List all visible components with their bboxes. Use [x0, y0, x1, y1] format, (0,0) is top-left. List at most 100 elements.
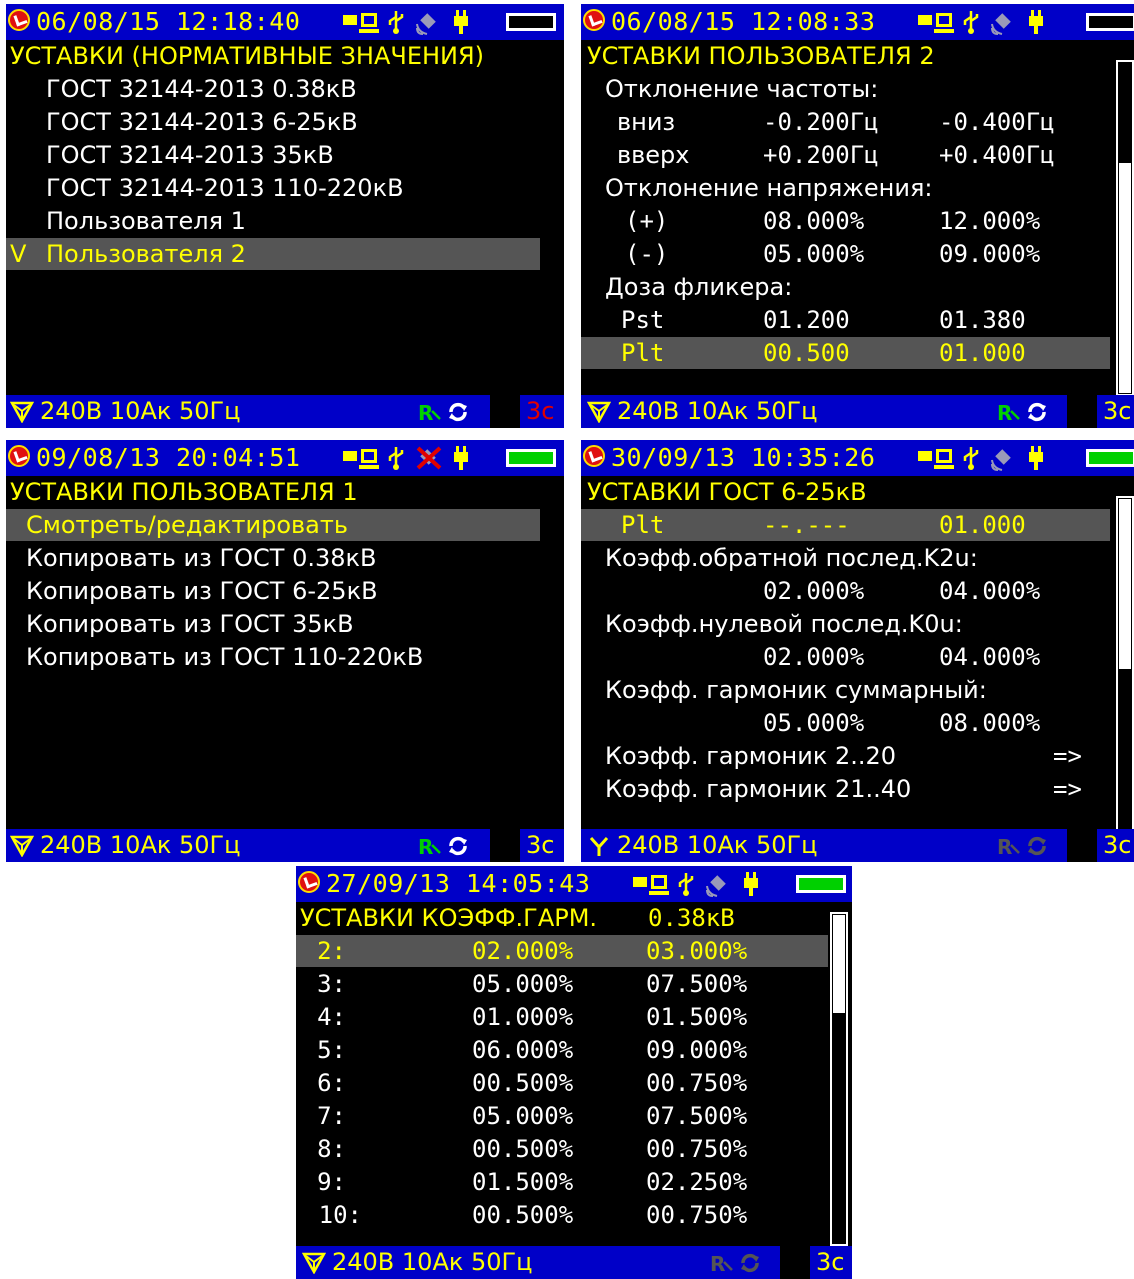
value-2: 00.750%	[646, 1201, 748, 1229]
harmonic-row-2[interactable]: 2: 02.000% 03.000%	[296, 935, 828, 967]
harmonic-row-10[interactable]: 10: 00.500% 00.750%	[296, 1199, 852, 1231]
value-1: 01.500%	[472, 1168, 574, 1196]
value-1: 05.000%	[763, 240, 865, 268]
svg-text:R: R	[418, 401, 433, 423]
status-footer: 240В 10Ак 50Гц R 3с	[581, 395, 1134, 428]
section-voltage: Отклонение напряжения:	[605, 174, 933, 202]
row-voltage-plus[interactable]: (+) 08.000% 12.000%	[581, 205, 1134, 237]
scrollbar[interactable]	[1116, 496, 1134, 832]
datetime: 30/09/13 10:35:26	[611, 443, 876, 472]
screen-gost-6-25-settings: 30/09/13 10:35:26 УСТАВКИ ГОСТ 6-25кВ Pl…	[581, 440, 1134, 862]
row-label: Pst	[621, 306, 665, 334]
harmonic-number: 2:	[317, 937, 346, 965]
battery-icon	[506, 449, 556, 467]
status-footer: 240В 10Ак 50Гц R 3с	[296, 1246, 852, 1279]
row-voltage-minus[interactable]: (-) 05.000% 09.000%	[581, 238, 1134, 270]
row-harmonics-2-20[interactable]: Коэфф. гармоник 2..20 =>	[581, 740, 1134, 772]
power-plug-icon	[454, 446, 468, 470]
menu-item-label: Смотреть/редактировать	[26, 511, 349, 539]
measurement-range: 240В 10Ак 50Гц	[40, 831, 241, 859]
measurement-range: 240В 10Ак 50Гц	[617, 831, 818, 859]
menu-item-gost-038[interactable]: ГОСТ 32144-2013 0.38кВ	[46, 73, 564, 105]
row-k2u-values[interactable]: 02.000% 04.000%	[581, 575, 1134, 607]
menu-item-copy-35[interactable]: Копировать из ГОСТ 35кВ	[26, 608, 564, 640]
harmonic-row-9[interactable]: 9: 01.500% 02.250%	[296, 1166, 852, 1198]
harmonic-number: 7:	[317, 1102, 346, 1130]
svg-text:R: R	[997, 401, 1012, 423]
value-1: 05.000%	[472, 1102, 574, 1130]
value-1: 00.500	[763, 339, 850, 367]
page-title: УСТАВКИ ГОСТ 6-25кВ	[587, 478, 867, 506]
harmonic-row-4[interactable]: 4: 01.000% 01.500%	[296, 1001, 852, 1033]
row-freq-up[interactable]: вверх +0.200Гц +0.400Гц	[581, 139, 1134, 171]
row-k0u-values[interactable]: 02.000% 04.000%	[581, 641, 1134, 673]
scrollbar-thumb[interactable]	[833, 915, 845, 1013]
scrollbar[interactable]	[1116, 60, 1134, 396]
gps-icon	[991, 449, 1011, 471]
menu-item-gost-110-220[interactable]: ГОСТ 32144-2013 110-220кВ	[46, 172, 564, 204]
voltage-class: 0.38кВ	[648, 904, 735, 932]
scrollbar-thumb[interactable]	[1119, 163, 1131, 393]
value-2: 09.000%	[939, 240, 1041, 268]
progress-block	[1067, 829, 1097, 862]
scrollbar-thumb[interactable]	[1119, 499, 1131, 669]
menu-item-copy-038[interactable]: Копировать из ГОСТ 0.38кВ	[26, 542, 564, 574]
screen-user-2-settings: 06/08/15 12:08:33 УСТАВКИ ПОЛЬЗОВАТЕЛЯ 2…	[581, 4, 1134, 428]
phase-triangle-icon	[302, 1252, 326, 1274]
progress-block	[490, 395, 520, 428]
row-label: Plt	[621, 339, 665, 367]
progress-block	[780, 1246, 810, 1279]
value-1: 02.000%	[763, 643, 865, 671]
harmonic-number: 3:	[317, 970, 346, 998]
harmonic-row-5[interactable]: 5: 06.000% 09.000%	[296, 1034, 852, 1066]
row-plt[interactable]: Plt --.--- 01.000	[581, 509, 1110, 541]
row-harmonics-total-values[interactable]: 05.000% 08.000%	[581, 707, 1134, 739]
row-pst[interactable]: Pst 01.200 01.380	[581, 304, 1134, 336]
value-2: 09.000%	[646, 1036, 748, 1064]
menu-item-gost-6-25[interactable]: ГОСТ 32144-2013 6-25кВ	[46, 106, 564, 138]
row-harmonics-21-40[interactable]: Коэфф. гармоник 21..40 =>	[581, 773, 1134, 805]
menu-item-gost-35[interactable]: ГОСТ 32144-2013 35кВ	[46, 139, 564, 171]
menu-item-user-2[interactable]: V Пользователя 2	[6, 238, 540, 270]
harmonic-row-8[interactable]: 8: 00.500% 00.750%	[296, 1133, 852, 1165]
selected-check-mark: V	[10, 240, 27, 268]
harmonic-number: 6:	[317, 1069, 346, 1097]
recording-icon: R	[418, 835, 441, 857]
recording-icon: R	[997, 835, 1020, 857]
pc-link-icon	[633, 875, 669, 895]
row-freq-down[interactable]: вниз -0.200Гц -0.400Гц	[581, 106, 1134, 138]
submenu-arrow: =>	[1053, 775, 1082, 803]
scrollbar[interactable]	[830, 912, 848, 1246]
menu-item-copy-110-220[interactable]: Копировать из ГОСТ 110-220кВ	[26, 641, 564, 673]
datetime: 09/08/13 20:04:51	[36, 443, 301, 472]
screen-standard-settings: 06/08/15 12:18:40 УСТАВКИ (НОРМАТИВНЫЕ З…	[6, 4, 564, 428]
harmonic-row-6[interactable]: 6: 00.500% 00.750%	[296, 1067, 852, 1099]
clock-icon	[583, 9, 605, 31]
interval-label: 3с	[1103, 831, 1132, 859]
interval-label: 3с	[816, 1248, 845, 1276]
screen-user-1-settings: 09/08/13 20:04:51 УСТАВКИ ПОЛЬЗОВАТЕЛЯ 1…	[6, 440, 564, 862]
page-title: УСТАВКИ ПОЛЬЗОВАТЕЛЯ 1	[10, 478, 358, 506]
value-2: 02.250%	[646, 1168, 748, 1196]
power-plug-icon	[454, 10, 468, 34]
value-1: 06.000%	[472, 1036, 574, 1064]
screen-harmonics-settings: 27/09/13 14:05:43 УСТАВКИ КОЭФФ.ГАРМ. 0.…	[296, 866, 852, 1279]
harmonic-number: 9:	[317, 1168, 346, 1196]
harmonic-number: 8:	[317, 1135, 346, 1163]
harmonic-row-7[interactable]: 7: 05.000% 07.500%	[296, 1100, 852, 1132]
value-1: 08.000%	[763, 207, 865, 235]
interval-label: 3с	[526, 831, 555, 859]
menu-item-user-1[interactable]: Пользователя 1	[46, 205, 564, 237]
row-label: Plt	[621, 511, 665, 539]
recording-icon: R	[710, 1252, 733, 1274]
menu-item-view-edit[interactable]: Смотреть/редактировать	[6, 509, 540, 541]
phase-triangle-icon	[10, 401, 34, 423]
datetime: 06/08/15 12:18:40	[36, 7, 301, 36]
status-header: 06/08/15 12:08:33	[581, 4, 1134, 40]
value-1: 00.500%	[472, 1201, 574, 1229]
refresh-icon	[449, 836, 467, 856]
power-plug-icon	[744, 872, 758, 896]
menu-item-copy-6-25[interactable]: Копировать из ГОСТ 6-25кВ	[26, 575, 564, 607]
row-plt[interactable]: Plt 00.500 01.000	[581, 337, 1110, 369]
harmonic-row-3[interactable]: 3: 05.000% 07.500%	[296, 968, 852, 1000]
